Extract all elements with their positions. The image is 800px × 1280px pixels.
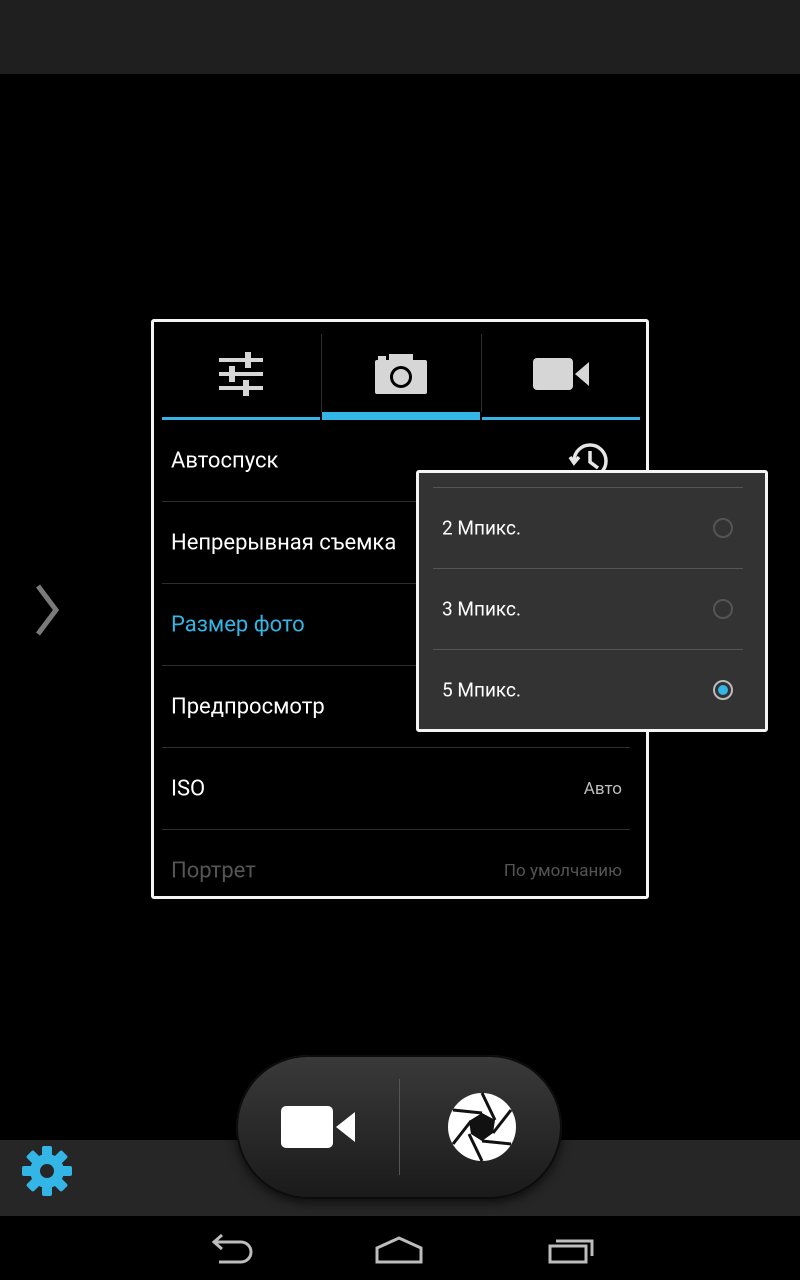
setting-label: Непрерывная съемка xyxy=(171,530,397,555)
chevron-right-icon[interactable] xyxy=(28,580,68,640)
status-bar xyxy=(0,0,800,74)
setting-label: Автоспуск xyxy=(171,448,279,473)
setting-value: Авто xyxy=(583,778,622,799)
settings-tabs xyxy=(162,332,640,420)
option-label: 3 Мпикс. xyxy=(442,597,521,621)
home-icon[interactable] xyxy=(374,1232,424,1266)
setting-label: Портрет xyxy=(171,858,256,883)
setting-label: Предпросмотр xyxy=(171,694,325,719)
camera-icon xyxy=(375,354,427,394)
tab-general[interactable] xyxy=(162,332,320,420)
gear-icon[interactable] xyxy=(20,1144,74,1198)
tab-photo[interactable] xyxy=(322,332,480,420)
video-camera-icon xyxy=(533,358,589,390)
option-label: 2 Мпикс. xyxy=(442,516,521,540)
setting-iso[interactable]: ISO Авто xyxy=(162,748,630,830)
setting-label: ISO xyxy=(171,776,206,801)
radio-button[interactable] xyxy=(713,518,733,538)
back-icon[interactable] xyxy=(205,1232,255,1266)
shutter-icon xyxy=(447,1092,516,1162)
photo-size-popup: 2 Мпикс. 3 Мпикс. 5 Мпикс. xyxy=(416,470,768,732)
option-3mp[interactable]: 3 Мпикс. xyxy=(433,569,743,650)
radio-button[interactable] xyxy=(713,599,733,619)
video-camera-icon xyxy=(280,1106,355,1148)
option-5mp[interactable]: 5 Мпикс. xyxy=(433,650,743,730)
option-label: 5 Мпикс. xyxy=(442,678,521,702)
capture-controls xyxy=(236,1055,562,1199)
option-2mp[interactable]: 2 Мпикс. xyxy=(433,488,743,569)
setting-portrait: Портрет По умолчанию xyxy=(162,830,630,911)
setting-label: Размер фото xyxy=(171,612,305,637)
shutter-button[interactable] xyxy=(400,1055,563,1199)
sliders-icon xyxy=(219,352,263,396)
tab-video[interactable] xyxy=(482,332,640,420)
recent-apps-icon[interactable] xyxy=(546,1232,596,1266)
radio-button-checked[interactable] xyxy=(713,680,733,700)
video-mode-button[interactable] xyxy=(236,1055,399,1199)
setting-value: По умолчанию xyxy=(503,860,622,881)
